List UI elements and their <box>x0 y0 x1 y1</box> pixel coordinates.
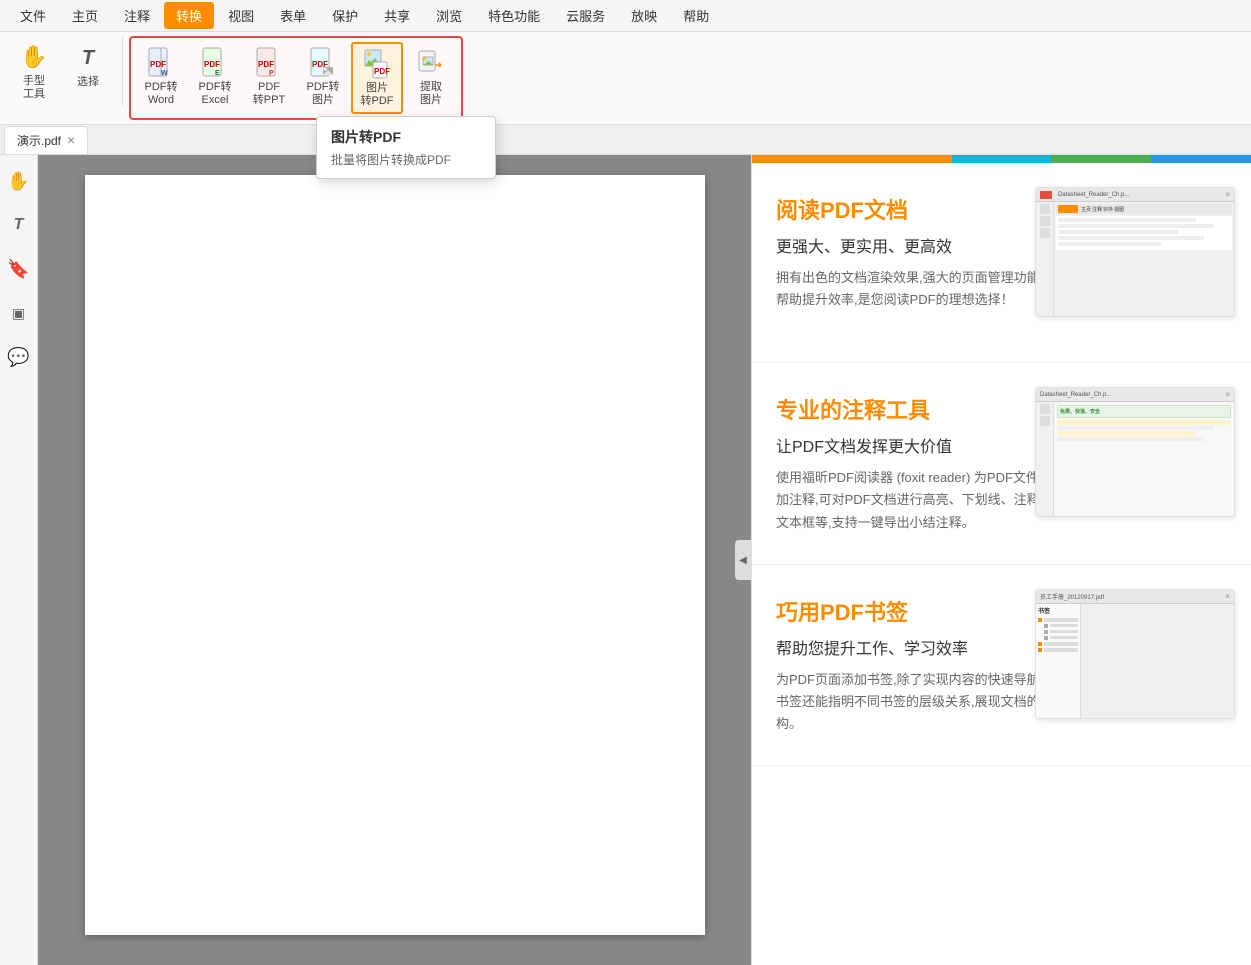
menu-convert[interactable]: 转换 <box>164 2 214 29</box>
image-to-pdf-icon: PDF <box>361 48 393 80</box>
feature-read-desc: 拥有出色的文档渲染效果,强大的页面管理功能,帮助提升效率,是您阅读PDF的理想选… <box>776 267 1056 311</box>
color-bar <box>752 155 1251 163</box>
pdf-to-word-button[interactable]: PDF W PDF转 Word <box>135 42 187 112</box>
tabbar: 演示.pdf × <box>0 125 1251 155</box>
menu-help[interactable]: 帮助 <box>671 2 721 29</box>
pdf-to-excel-icon: PDF E <box>199 47 231 79</box>
tooltip-desc: 批量将图片转换成PDF <box>331 151 481 168</box>
pdf-page <box>85 175 705 935</box>
tooltip-popup: 图片转PDF 批量将图片转换成PDF <box>316 116 496 179</box>
svg-text:PDF: PDF <box>374 67 390 76</box>
menu-view[interactable]: 视图 <box>216 2 266 29</box>
tab-filename: 演示.pdf <box>17 132 61 149</box>
menu-file[interactable]: 文件 <box>8 2 58 29</box>
pdf-to-image-icon: PDF <box>307 47 339 79</box>
select-label1: 选择 <box>77 76 99 89</box>
menu-form[interactable]: 表单 <box>268 2 318 29</box>
toolbar-group-hand: ✋ 手型 工具 T 选择 <box>8 36 123 106</box>
hand-icon: ✋ <box>18 41 50 73</box>
menu-annotate[interactable]: 注释 <box>112 2 162 29</box>
feature-annotate-screenshot: Datasheet_Reader_Ch.p... × 免费、快速、安全 <box>1035 387 1235 517</box>
menu-home[interactable]: 主页 <box>60 2 110 29</box>
menu-cloud[interactable]: 云服务 <box>554 2 617 29</box>
pdf-to-word-icon: PDF W <box>145 47 177 79</box>
color-bar-green <box>1051 155 1151 163</box>
feature-annotate-subtitle: 让PDF文档发挥更大价值 <box>776 433 1056 457</box>
sidebar-comment-icon[interactable]: 💬 <box>5 343 33 371</box>
tab-close-button[interactable]: × <box>67 132 75 148</box>
feature-read-subtitle: 更强大、更实用、更高效 <box>776 233 1056 257</box>
extract-image-label1: 提取 <box>420 81 442 94</box>
sidebar-pages-icon[interactable]: ▣ <box>5 299 33 327</box>
pdf-to-word-label1: PDF转 <box>145 81 178 94</box>
pdf-to-ppt-button[interactable]: PDF P PDF 转PPT <box>243 42 295 112</box>
feature-annotate-desc: 使用福昕PDF阅读器 (foxit reader) 为PDF文件添加注释,可对P… <box>776 467 1056 533</box>
toolbar: ✋ 手型 工具 T 选择 PDF W PDF转 Word <box>0 32 1251 125</box>
collapse-panel-button[interactable]: ◀ <box>735 540 751 580</box>
image-to-pdf-label1: 图片 <box>366 82 388 95</box>
pdf-to-word-label2: Word <box>148 94 174 107</box>
feature-bookmark-subtitle: 帮助您提升工作、学习效率 <box>776 635 1056 659</box>
feature-annotate-title: 专业的注释工具 <box>776 393 1056 425</box>
color-bar-teal <box>952 155 1052 163</box>
extract-image-button[interactable]: 提取 图片 <box>405 42 457 112</box>
right-panel: 阅读PDF文档 更强大、更实用、更高效 拥有出色的文档渲染效果,强大的页面管理功… <box>751 155 1251 965</box>
color-bar-orange <box>752 155 952 163</box>
sidebar-text-icon[interactable]: T <box>5 211 33 239</box>
pdf-to-excel-label1: PDF转 <box>199 81 232 94</box>
hand-label2: 工具 <box>23 88 45 101</box>
extract-image-icon <box>415 47 447 79</box>
pdf-to-ppt-icon: PDF P <box>253 47 285 79</box>
extract-image-label2: 图片 <box>420 94 442 107</box>
pdf-to-ppt-label1: PDF <box>258 81 280 94</box>
hand-tool-button[interactable]: ✋ 手型 工具 <box>8 36 60 106</box>
svg-text:PDF: PDF <box>204 60 220 69</box>
menu-features[interactable]: 特色功能 <box>476 2 552 29</box>
sidebar-hand-icon[interactable]: ✋ <box>5 167 33 195</box>
menu-browse[interactable]: 浏览 <box>424 2 474 29</box>
sidebar-left: ✋ T 🔖 ▣ 💬 <box>0 155 38 965</box>
feature-section-read: 阅读PDF文档 更强大、更实用、更高效 拥有出色的文档渲染效果,强大的页面管理功… <box>752 163 1251 363</box>
feature-bookmark-title: 巧用PDF书签 <box>776 595 1056 627</box>
image-to-pdf-label2: 转PDF <box>361 95 394 108</box>
pdf-to-excel-button[interactable]: PDF E PDF转 Excel <box>189 42 241 112</box>
feature-read-screenshot: Datasheet_Reader_Ch.p... × <box>1035 187 1235 317</box>
image-to-pdf-button[interactable]: PDF 图片 转PDF <box>351 42 403 114</box>
menu-protect[interactable]: 保护 <box>320 2 370 29</box>
main-area: ✋ T 🔖 ▣ 💬 ◀ 阅读PDF文档 更强大、更实用、更高效 拥有出色的文档渲… <box>0 155 1251 965</box>
select-icon: T <box>72 42 104 74</box>
feature-section-bookmark: 巧用PDF书签 帮助您提升工作、学习效率 为PDF页面添加书签,除了实现内容的快… <box>752 565 1251 766</box>
select-tool-button[interactable]: T 选择 <box>62 36 114 96</box>
svg-text:E: E <box>215 70 220 77</box>
feature-bookmark-desc: 为PDF页面添加书签,除了实现内容的快速导航,书签还能指明不同书签的层级关系,展… <box>776 669 1056 735</box>
feature-bookmark-screenshot: 员工手册_20120917.pdf × 书签 <box>1035 589 1235 719</box>
pdf-to-image-button[interactable]: PDF PDF转 图片 <box>297 42 349 112</box>
svg-text:PDF: PDF <box>150 60 166 69</box>
pdf-to-ppt-label2: 转PPT <box>253 94 285 107</box>
menu-present[interactable]: 放映 <box>619 2 669 29</box>
menu-share[interactable]: 共享 <box>372 2 422 29</box>
pdf-to-image-label1: PDF转 <box>307 81 340 94</box>
feature-section-annotate: 专业的注释工具 让PDF文档发挥更大价值 使用福昕PDF阅读器 (foxit r… <box>752 363 1251 564</box>
hand-label1: 手型 <box>23 75 45 88</box>
pdf-to-image-label2: 图片 <box>312 94 334 107</box>
sidebar-bookmark-icon[interactable]: 🔖 <box>5 255 33 283</box>
feature-read-title: 阅读PDF文档 <box>776 193 1056 225</box>
document-tab[interactable]: 演示.pdf × <box>4 126 88 154</box>
svg-text:P: P <box>269 70 274 77</box>
pdf-to-excel-label2: Excel <box>202 94 229 107</box>
toolbar-group-convert: PDF W PDF转 Word PDF E PDF转 Excel <box>129 36 463 120</box>
menubar: 文件 主页 注释 转换 视图 表单 保护 共享 浏览 特色功能 云服务 放映 帮… <box>0 0 1251 32</box>
color-bar-blue <box>1151 155 1251 163</box>
content-area: ◀ <box>38 155 751 965</box>
svg-text:W: W <box>161 70 168 77</box>
tooltip-title: 图片转PDF <box>331 127 481 147</box>
svg-text:PDF: PDF <box>258 60 274 69</box>
